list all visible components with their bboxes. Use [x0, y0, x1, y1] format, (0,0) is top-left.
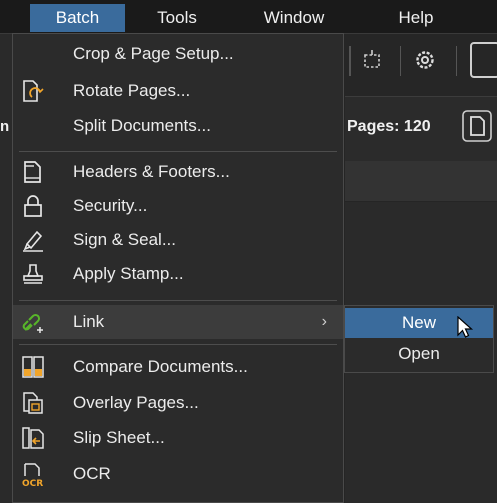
toolbar-separator [350, 46, 351, 76]
menu-item-ocr[interactable]: OCR OCR [13, 457, 343, 491]
menu-divider [19, 151, 337, 152]
overlay-icon [21, 391, 45, 415]
page-icon[interactable] [462, 110, 492, 142]
ocr-icon: OCR [21, 462, 45, 489]
menu-item-label: Overlay Pages... [73, 393, 199, 412]
menu-item-label: Headers & Footers... [73, 162, 230, 181]
toolbar-button-partial[interactable] [470, 42, 497, 78]
menu-window[interactable]: Window [246, 4, 342, 32]
menu-item-label: Split Documents... [73, 116, 211, 135]
menu-item-crop-page-setup[interactable]: Crop & Page Setup... [13, 37, 343, 71]
menu-item-link[interactable]: Link › [13, 305, 343, 339]
gear-icon[interactable] [413, 48, 437, 72]
menu-item-security[interactable]: Security... [13, 189, 343, 223]
headers-footers-icon [21, 160, 45, 184]
menu-item-sign-seal[interactable]: Sign & Seal... [13, 223, 343, 257]
chevron-right-icon: › [321, 313, 327, 330]
pages-count-label: Pages: 120 [347, 118, 431, 135]
menu-item-label: Link [73, 312, 105, 331]
menu-item-label: Crop & Page Setup... [73, 44, 234, 63]
menu-divider [19, 344, 337, 345]
stamp-icon [21, 262, 45, 286]
pen-sign-icon [21, 228, 45, 252]
toolbar-separator-3 [456, 46, 457, 76]
submenu-item-open[interactable]: Open [345, 339, 493, 369]
toolbar-separator-2 [400, 46, 401, 76]
mouse-cursor-icon [456, 315, 476, 340]
background-label-fragment: n [0, 118, 10, 135]
background-panel-left [0, 34, 12, 503]
menu-help[interactable]: Help [386, 4, 446, 32]
lock-icon [21, 194, 45, 218]
menu-item-headers-footers[interactable]: Headers & Footers... [13, 155, 343, 189]
menu-item-label: Sign & Seal... [73, 230, 177, 249]
menu-item-overlay-pages[interactable]: Overlay Pages... [13, 386, 343, 420]
menu-bar: Batch Tools Window Help [0, 0, 497, 34]
link-add-icon [21, 310, 45, 334]
menu-tools[interactable]: Tools [142, 4, 212, 32]
menu-divider [19, 300, 337, 301]
menu-item-rotate-pages[interactable]: Rotate Pages... [13, 74, 343, 108]
menu-item-compare-documents[interactable]: Compare Documents... [13, 350, 343, 384]
menu-item-label: Slip Sheet... [73, 428, 165, 447]
menu-item-label: Security... [73, 196, 148, 215]
menu-item-apply-stamp[interactable]: Apply Stamp... [13, 257, 343, 291]
menu-item-label: Rotate Pages... [73, 81, 191, 100]
menu-item-label: Compare Documents... [73, 357, 248, 376]
menu-batch[interactable]: Batch [30, 4, 125, 32]
marquee-select-icon[interactable] [360, 48, 384, 72]
slip-sheet-icon [21, 426, 45, 450]
ocr-icon-text: OCR [22, 479, 43, 488]
menu-item-slip-sheet[interactable]: Slip Sheet... [13, 421, 343, 455]
rotate-pages-icon [21, 79, 45, 103]
menu-item-label: OCR [73, 464, 111, 483]
compare-icon [21, 355, 45, 379]
menu-item-label: Apply Stamp... [73, 264, 184, 283]
background-tab-row [345, 161, 497, 201]
menu-item-split-documents[interactable]: Split Documents... [13, 109, 343, 143]
batch-dropdown-menu: Crop & Page Setup... Rotate Pages... Spl… [12, 33, 344, 503]
